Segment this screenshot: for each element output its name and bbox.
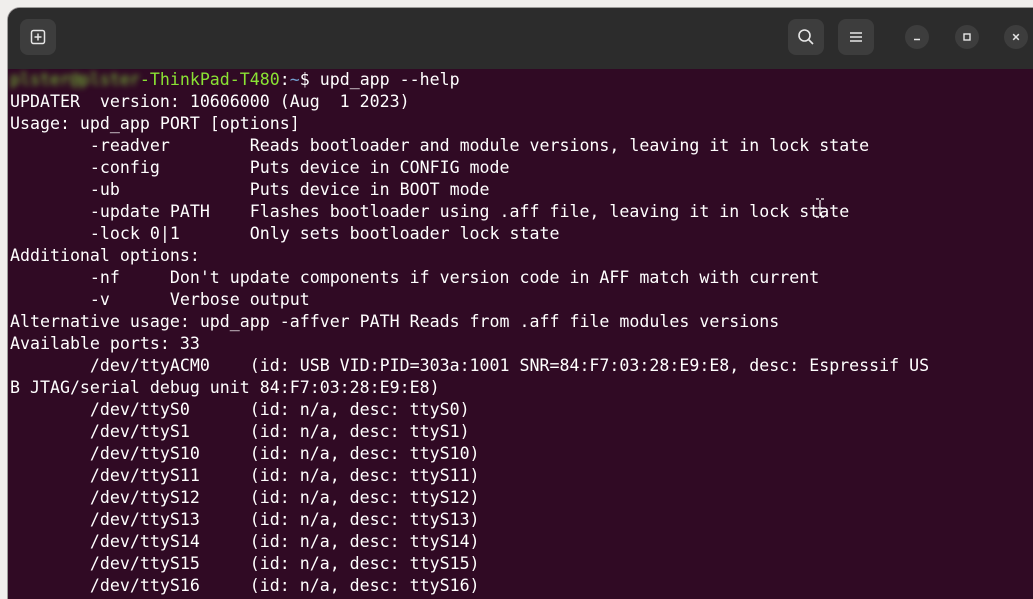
output-line: /dev/ttyACM0 (id: USB VID:PID=303a:1001 …	[10, 356, 930, 375]
output-line: Available ports: 33	[10, 334, 200, 353]
maximize-icon	[963, 33, 971, 41]
menu-button[interactable]	[838, 19, 874, 55]
maximize-button[interactable]	[955, 25, 979, 49]
output-line: /dev/ttyS12 (id: n/a, desc: ttyS12)	[10, 488, 480, 507]
output-line: Alternative usage: upd_app -affver PATH …	[10, 312, 780, 331]
output-line: UPDATER version: 10606000 (Aug 1 2023)	[10, 92, 410, 111]
search-button[interactable]	[788, 19, 824, 55]
output-line: B JTAG/serial debug unit 84:F7:03:28:E9:…	[10, 378, 440, 397]
prompt-separator: :	[279, 70, 290, 89]
output-line: -ub Puts device in BOOT mode	[10, 180, 490, 199]
prompt-host: -ThinkPad-T480	[139, 70, 280, 89]
output-line: -readver Reads bootloader and module ver…	[10, 136, 870, 155]
text-cursor-icon	[816, 198, 824, 218]
output-line: /dev/ttyS0 (id: n/a, desc: ttyS0)	[10, 400, 470, 419]
prompt-command: upd_app --help	[319, 70, 460, 89]
output-line: /dev/ttyS1 (id: n/a, desc: ttyS1)	[10, 422, 470, 441]
output-line: Usage: upd_app PORT [options]	[10, 114, 300, 133]
output-line: -nf Don't update components if version c…	[10, 268, 820, 287]
output-line: -v Verbose output	[10, 290, 310, 309]
output-line: -lock 0|1 Only sets bootloader lock stat…	[10, 224, 560, 243]
output-line: /dev/ttyS11 (id: n/a, desc: ttyS11)	[10, 466, 480, 485]
output-line: /dev/ttyS14 (id: n/a, desc: ttyS14)	[10, 532, 480, 551]
output-line: -config Puts device in CONFIG mode	[10, 158, 510, 177]
output-line: /dev/ttyS15 (id: n/a, desc: ttyS15)	[10, 554, 480, 573]
search-icon	[798, 29, 814, 45]
output-line: -update PATH Flashes bootloader using .a…	[10, 202, 850, 221]
output-line: /dev/ttyS13 (id: n/a, desc: ttyS13)	[10, 510, 480, 529]
minimize-icon	[914, 38, 920, 41]
new-tab-icon	[30, 29, 46, 45]
prompt-symbol: $	[299, 70, 320, 89]
prompt-line: plster@plster-ThinkPad-T480:~$ upd_app -…	[10, 69, 460, 91]
hamburger-menu-icon	[850, 32, 862, 42]
close-button[interactable]	[1004, 25, 1028, 49]
prompt-user: plster@plster	[10, 70, 140, 89]
minimize-button[interactable]	[905, 25, 929, 49]
prompt-path: ~	[289, 70, 300, 89]
terminal-output-area[interactable]: plster@plster-ThinkPad-T480:~$ upd_app -…	[8, 69, 1033, 599]
output-line: Additional options:	[10, 246, 200, 265]
output-line: /dev/ttyS16 (id: n/a, desc: ttyS16)	[10, 576, 480, 595]
close-icon	[1012, 33, 1020, 41]
titlebar	[8, 8, 1033, 69]
new-tab-button[interactable]	[20, 19, 56, 55]
terminal-window: plster@plster-ThinkPad-T480:~$ upd_app -…	[8, 8, 1033, 599]
output-line: /dev/ttyS10 (id: n/a, desc: ttyS10)	[10, 444, 480, 463]
